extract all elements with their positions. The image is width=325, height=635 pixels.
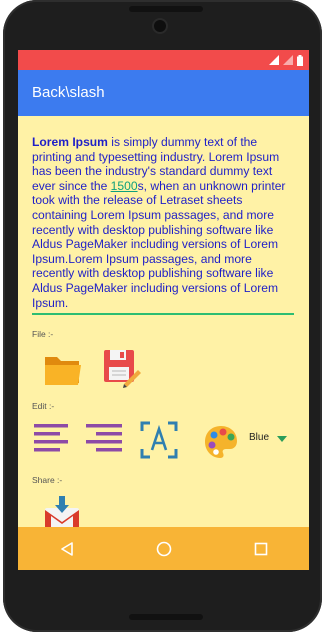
palette-icon bbox=[205, 426, 237, 458]
color-select-value[interactable]: Blue bbox=[249, 432, 269, 443]
open-folder-button[interactable] bbox=[42, 349, 84, 389]
text-format-icon bbox=[140, 421, 178, 459]
app-title: Back\slash bbox=[32, 84, 105, 101]
text-editor[interactable]: Lorem Ipsum is simply dummy text of the … bbox=[32, 135, 294, 316]
align-right-icon bbox=[86, 424, 122, 452]
editor-text-part2: s, when an unknown printer took with the… bbox=[32, 178, 286, 310]
align-left-icon bbox=[34, 424, 68, 452]
share-section-label: Share :- bbox=[32, 475, 63, 485]
save-file-button[interactable] bbox=[102, 348, 142, 388]
navigation-bar bbox=[18, 527, 309, 570]
text-format-button[interactable] bbox=[139, 420, 179, 460]
status-bar bbox=[18, 50, 309, 70]
open-folder-icon bbox=[45, 357, 81, 385]
gmail-share-icon bbox=[45, 496, 79, 530]
bottom-speaker bbox=[129, 614, 203, 620]
home-nav-icon bbox=[156, 541, 171, 556]
status-icons bbox=[269, 54, 303, 66]
recents-button[interactable] bbox=[231, 534, 291, 564]
battery-icon bbox=[297, 54, 303, 66]
screen: Back\slash Lorem Ipsum is simply dummy t… bbox=[18, 50, 309, 570]
gmail-share-button[interactable] bbox=[42, 496, 82, 530]
back-button[interactable] bbox=[37, 534, 97, 564]
speaker-grille bbox=[129, 6, 203, 12]
align-right-button[interactable] bbox=[84, 419, 124, 459]
recents-nav-icon bbox=[254, 542, 267, 555]
editor-link-text[interactable]: 1500 bbox=[111, 179, 138, 193]
phone-frame: Back\slash Lorem Ipsum is simply dummy t… bbox=[3, 0, 322, 632]
front-camera bbox=[154, 20, 166, 32]
chevron-down-icon[interactable] bbox=[277, 436, 287, 442]
save-file-icon bbox=[104, 350, 141, 388]
home-button[interactable] bbox=[134, 534, 194, 564]
back-nav-icon bbox=[60, 541, 73, 556]
align-left-button[interactable] bbox=[32, 419, 72, 459]
color-palette-button[interactable] bbox=[202, 423, 240, 461]
editor-bold-text: Lorem Ipsum bbox=[32, 135, 108, 149]
app-bar: Back\slash bbox=[18, 70, 309, 116]
signal-icon bbox=[269, 55, 279, 65]
signal-icon-2 bbox=[283, 55, 293, 65]
content-area: Lorem Ipsum is simply dummy text of the … bbox=[18, 116, 309, 530]
file-section-label: File :- bbox=[32, 329, 54, 339]
edit-section-label: Edit :- bbox=[32, 401, 55, 411]
